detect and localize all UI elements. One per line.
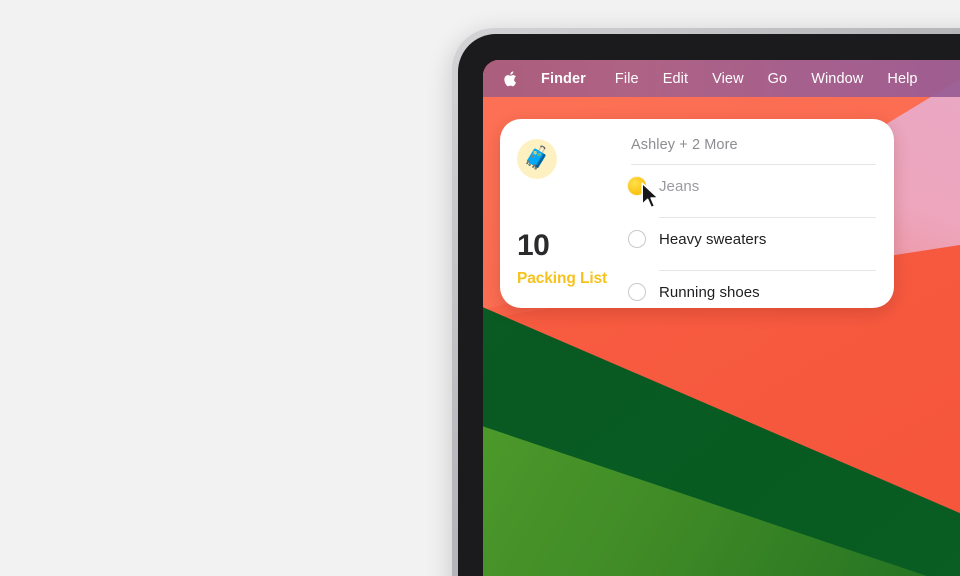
menu-item-edit[interactable]: Edit <box>663 71 688 87</box>
menu-item-file[interactable]: File <box>615 71 639 87</box>
checkbox-unchecked-icon[interactable] <box>628 230 646 248</box>
menu-item-view[interactable]: View <box>712 71 744 87</box>
widget-item-count: 10 <box>517 229 550 262</box>
checkbox-unchecked-icon[interactable] <box>628 283 646 301</box>
list-item-label: Heavy sweaters <box>659 230 767 248</box>
list-item-label: Jeans <box>659 177 700 195</box>
suitcase-icon: 🧳 <box>517 139 557 179</box>
menu-item-window[interactable]: Window <box>811 71 863 87</box>
packing-list-widget[interactable]: 🧳 10 Packing List Ashley + 2 More Jeans … <box>500 119 894 308</box>
device-screen: Finder File Edit View Go Window Help 🧳 1… <box>483 60 960 576</box>
widget-summary-pane: 🧳 10 Packing List <box>500 119 628 308</box>
suitcase-emoji-glyph: 🧳 <box>523 146 551 171</box>
widget-shared-with-label: Ashley + 2 More <box>631 137 738 153</box>
widget-list-pane: Ashley + 2 More Jeans Heavy sweaters Run… <box>628 119 894 308</box>
menu-item-help[interactable]: Help <box>887 71 917 87</box>
checkbox-checked-icon[interactable] <box>628 177 646 195</box>
list-item-label: Running shoes <box>659 283 760 301</box>
list-item[interactable]: Jeans <box>628 165 876 207</box>
widget-list-title: Packing List <box>517 270 608 287</box>
list-item[interactable]: Running shoes <box>628 271 876 308</box>
apple-logo-icon[interactable] <box>503 70 519 88</box>
list-item[interactable]: Heavy sweaters <box>628 218 876 260</box>
macos-menu-bar[interactable]: Finder File Edit View Go Window Help <box>483 60 960 97</box>
screenshot-canvas: Finder File Edit View Go Window Help 🧳 1… <box>0 0 960 576</box>
menu-item-finder[interactable]: Finder <box>541 71 586 87</box>
menu-item-go[interactable]: Go <box>768 71 788 87</box>
